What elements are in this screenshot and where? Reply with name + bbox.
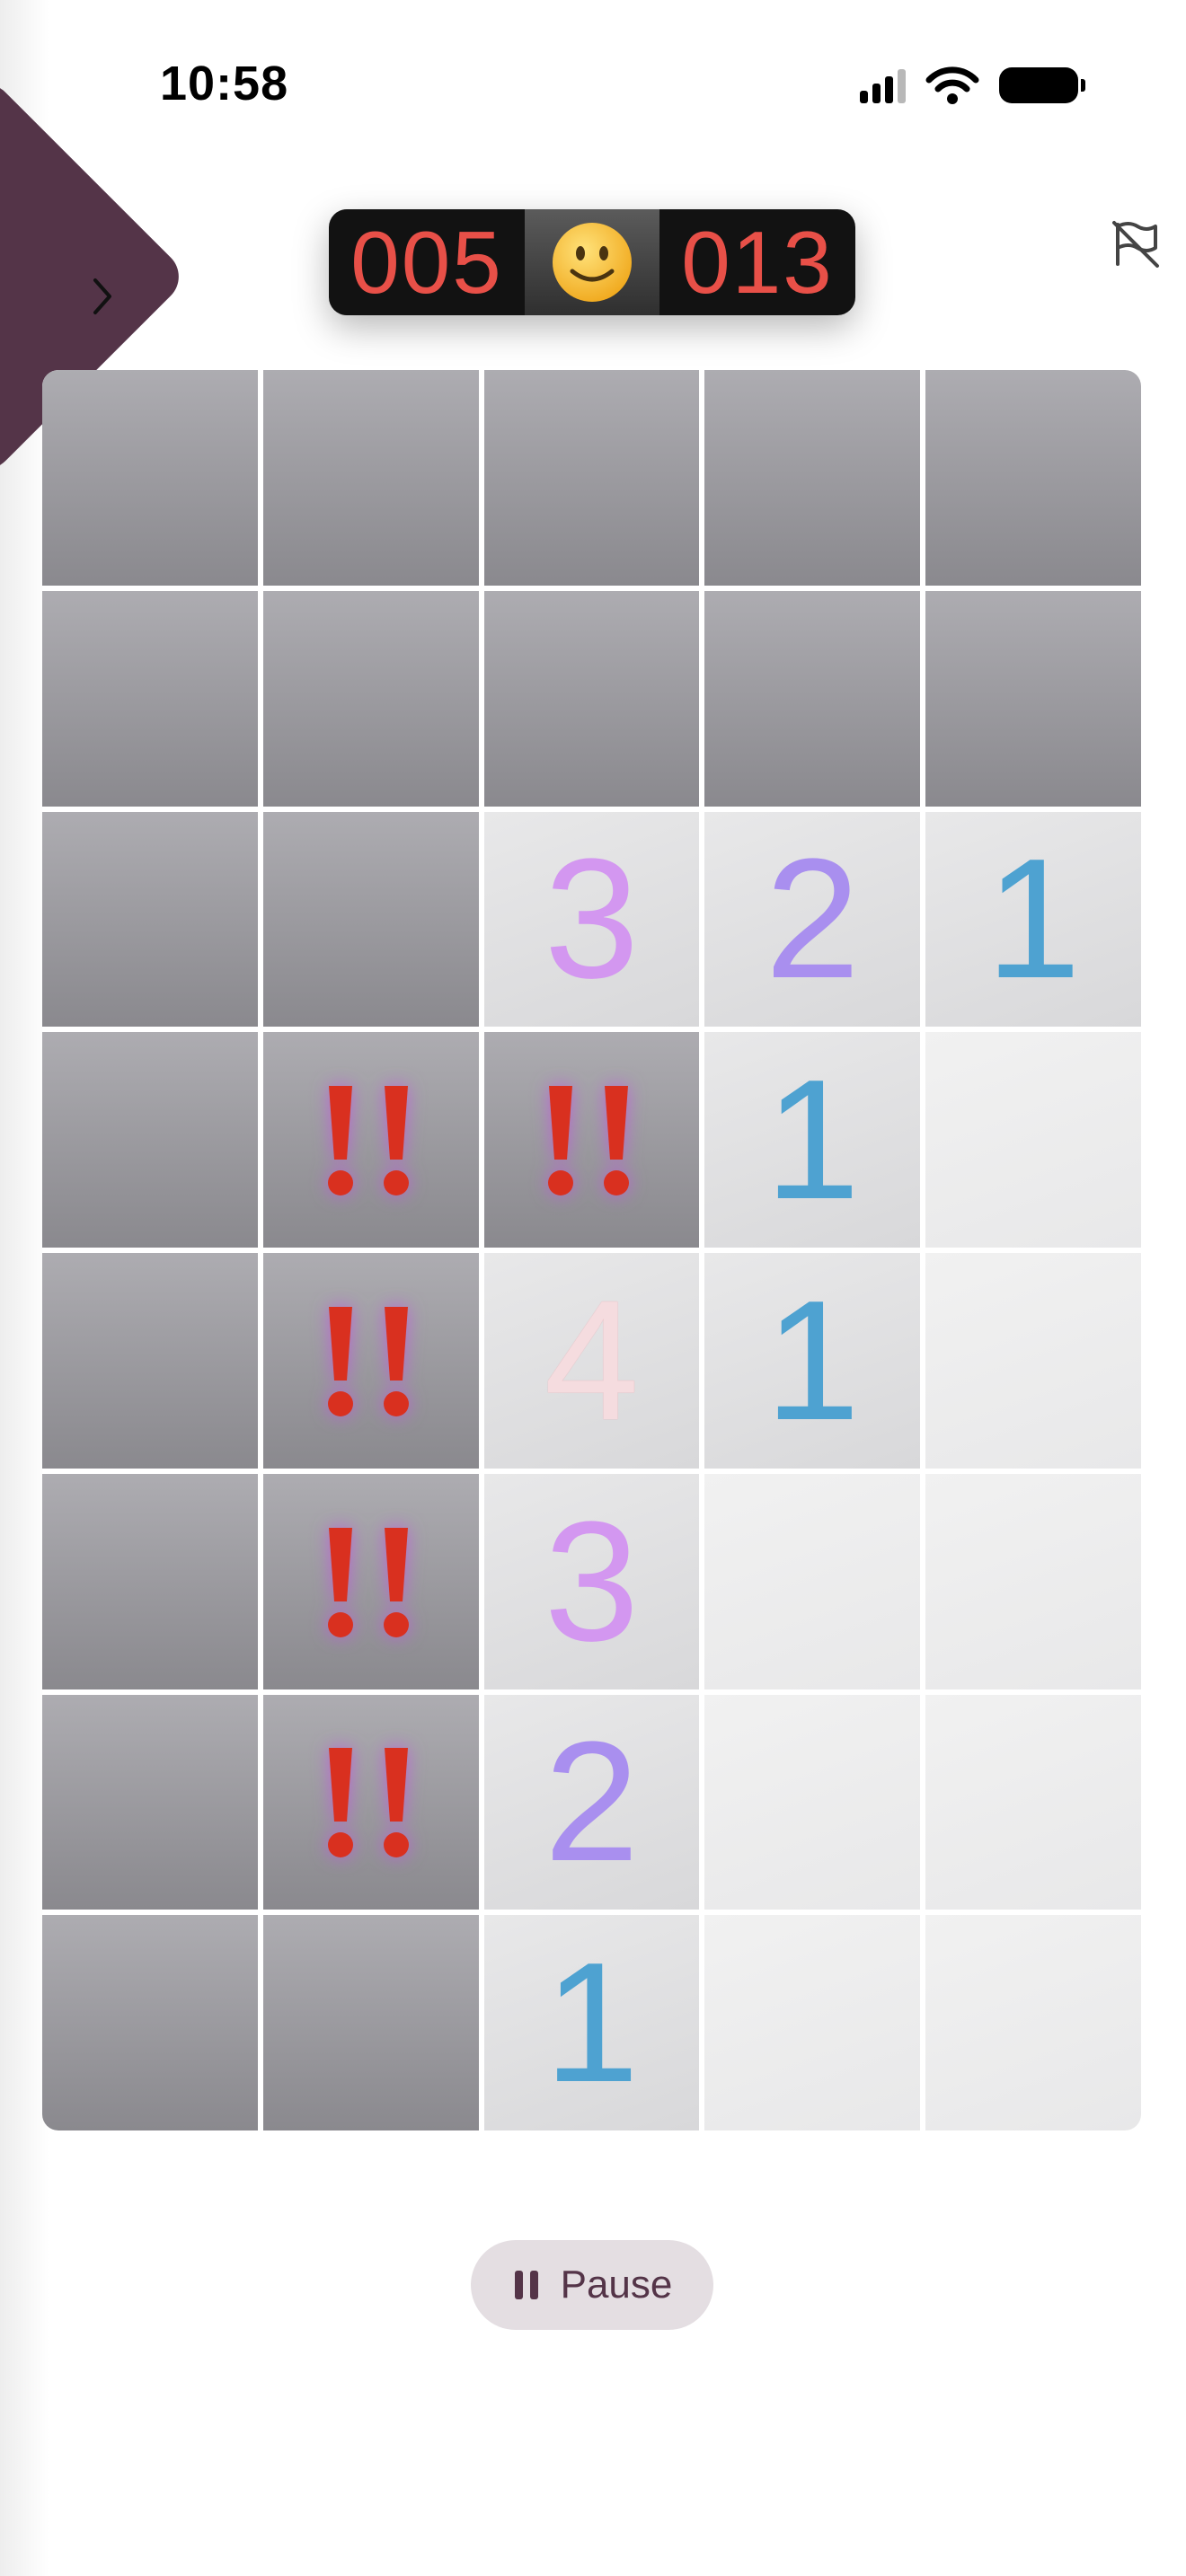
- smiley-face-icon: [553, 223, 632, 302]
- cell-number: 1: [765, 1265, 861, 1456]
- pause-button[interactable]: Pause: [471, 2240, 713, 2330]
- cell-number: 3: [544, 1486, 640, 1677]
- board-cell-r5-c5[interactable]: [925, 1253, 1141, 1469]
- board-cell-r7-c3[interactable]: 2: [483, 1694, 700, 1910]
- board-cell-r1-c3[interactable]: [483, 370, 700, 586]
- board-cell-r6-c4[interactable]: [704, 1473, 921, 1689]
- board-cell-r6-c2[interactable]: [262, 1473, 479, 1689]
- status-time: 10:58: [160, 57, 289, 110]
- status-icons: [860, 63, 1085, 108]
- board-cell-r4-c2[interactable]: [262, 1032, 479, 1248]
- board-cell-r1-c2[interactable]: [262, 370, 479, 586]
- board-cell-r5-c1[interactable]: [42, 1253, 258, 1469]
- board-cell-r8-c3[interactable]: 1: [483, 1915, 700, 2130]
- exclamation-flag-icon: [327, 1086, 409, 1196]
- board-cell-r3-c1[interactable]: [42, 811, 258, 1028]
- board-cell-r5-c2[interactable]: [262, 1253, 479, 1469]
- pause-icon: [514, 2271, 538, 2299]
- board-cell-r8-c4[interactable]: [704, 1915, 921, 2130]
- cell-number: 1: [544, 1928, 640, 2119]
- game-counter-panel: 005 013: [329, 209, 855, 315]
- exclamation-flag-icon: [327, 1748, 409, 1858]
- cell-number: 4: [544, 1265, 640, 1456]
- board-cell-r3-c4[interactable]: 2: [704, 811, 921, 1028]
- board-cell-r1-c4[interactable]: [704, 370, 921, 586]
- cell-number: 1: [765, 1045, 861, 1236]
- board-cell-r2-c1[interactable]: [42, 590, 258, 807]
- cell-number: 3: [544, 824, 640, 1015]
- board-cell-r8-c1[interactable]: [42, 1915, 258, 2130]
- cell-number: 2: [765, 824, 861, 1015]
- wifi-icon: [925, 66, 979, 104]
- mines-remaining-counter: 005: [350, 212, 503, 312]
- board-cell-r6-c3[interactable]: 3: [483, 1473, 700, 1689]
- board-cell-r6-c1[interactable]: [42, 1473, 258, 1689]
- board-cell-r6-c5[interactable]: [925, 1473, 1141, 1689]
- board-cell-r2-c3[interactable]: [483, 590, 700, 807]
- board-cell-r7-c2[interactable]: [262, 1694, 479, 1910]
- board-cell-r4-c1[interactable]: [42, 1032, 258, 1248]
- exclamation-flag-icon: [327, 1306, 409, 1416]
- battery-icon: [999, 67, 1085, 103]
- board-cell-r5-c4[interactable]: 1: [704, 1253, 921, 1469]
- board-cell-r5-c3[interactable]: 4: [483, 1253, 700, 1469]
- minesweeper-board: 321141321: [42, 370, 1141, 2130]
- board-cell-r7-c1[interactable]: [42, 1694, 258, 1910]
- board-cell-r2-c4[interactable]: [704, 590, 921, 807]
- board-cell-r8-c5[interactable]: [925, 1915, 1141, 2130]
- board-cell-r7-c4[interactable]: [704, 1694, 921, 1910]
- reset-face-button[interactable]: [525, 209, 659, 315]
- board-cell-r2-c5[interactable]: [925, 590, 1141, 807]
- board-cell-r1-c1[interactable]: [42, 370, 258, 586]
- timer-counter: 013: [681, 212, 834, 312]
- exclamation-flag-icon: [548, 1086, 630, 1196]
- board-cell-r1-c5[interactable]: [925, 370, 1141, 586]
- board-cell-r4-c5[interactable]: [925, 1032, 1141, 1248]
- board-cell-r4-c4[interactable]: 1: [704, 1032, 921, 1248]
- board-cell-r3-c3[interactable]: 3: [483, 811, 700, 1028]
- board-cell-r4-c3[interactable]: [483, 1032, 700, 1248]
- pause-label: Pause: [560, 2263, 673, 2307]
- board-cell-r7-c5[interactable]: [925, 1694, 1141, 1910]
- exclamation-flag-icon: [327, 1527, 409, 1637]
- board-cell-r8-c2[interactable]: [262, 1915, 479, 2130]
- board-cell-r3-c2[interactable]: [262, 811, 479, 1028]
- board-cell-r3-c5[interactable]: 1: [925, 811, 1141, 1028]
- board-cell-r2-c2[interactable]: [262, 590, 479, 807]
- cell-number: 1: [986, 824, 1081, 1015]
- chevron-right-icon[interactable]: [84, 269, 120, 323]
- cell-number: 2: [544, 1707, 640, 1898]
- cellular-signal-icon: [860, 67, 906, 103]
- flag-mode-toggle-icon[interactable]: [1111, 217, 1161, 269]
